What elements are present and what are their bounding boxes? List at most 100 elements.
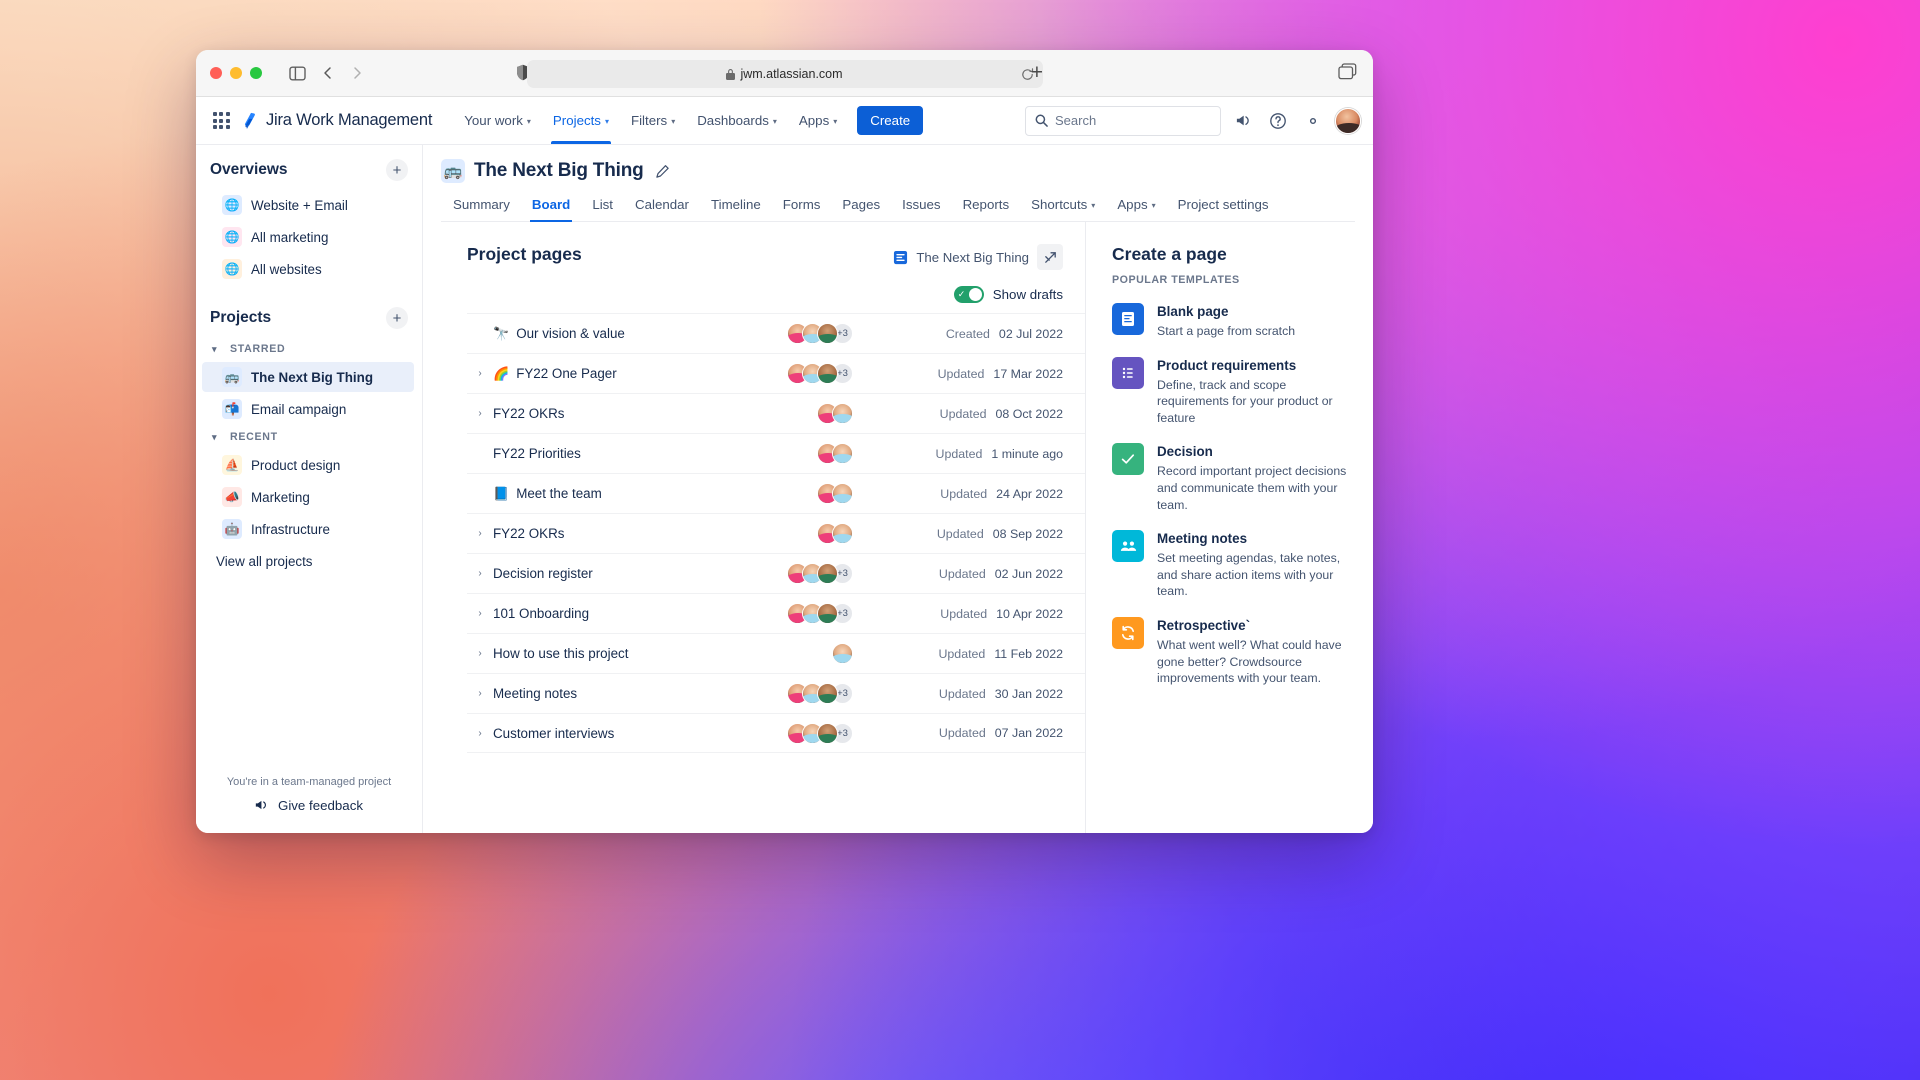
sidebar-toggle-icon[interactable] bbox=[284, 60, 310, 86]
table-row[interactable]: 📘 Meet the team Updated 24 A bbox=[467, 473, 1085, 513]
template-blank-page[interactable]: Blank page Start a page from scratch bbox=[1112, 303, 1353, 340]
maximize-window-button[interactable] bbox=[250, 67, 262, 79]
tab-issues[interactable]: Issues bbox=[891, 192, 951, 221]
avatar[interactable] bbox=[1335, 108, 1361, 134]
tab-board[interactable]: Board bbox=[521, 192, 581, 221]
tab-shortcuts[interactable]: Shortcuts ▾ bbox=[1020, 192, 1106, 221]
avatar-group[interactable] bbox=[832, 643, 853, 664]
create-button[interactable]: Create bbox=[857, 106, 923, 135]
nav-item-filters[interactable]: Filters ▾ bbox=[621, 97, 685, 144]
table-row[interactable]: › How to use this project Updated bbox=[467, 633, 1085, 673]
nav-item-apps[interactable]: Apps ▾ bbox=[789, 97, 847, 144]
expand-chevron-icon[interactable]: › bbox=[467, 528, 493, 539]
add-project-button[interactable]: + bbox=[386, 307, 408, 329]
minimize-window-button[interactable] bbox=[230, 67, 242, 79]
avatar-group[interactable]: +3 bbox=[787, 603, 853, 624]
expand-chevron-icon[interactable]: › bbox=[467, 648, 493, 659]
table-row[interactable]: › Meeting notes +3 bbox=[467, 673, 1085, 713]
search-icon bbox=[1035, 114, 1048, 127]
template-product-requirements[interactable]: Product requirements Define, track and s… bbox=[1112, 357, 1353, 427]
page-name-cell[interactable]: 📘 Meet the team bbox=[493, 486, 602, 502]
table-row[interactable]: › FY22 OKRs Updated bbox=[467, 513, 1085, 553]
edit-pencil-icon[interactable] bbox=[655, 164, 670, 179]
tab-timeline[interactable]: Timeline bbox=[700, 192, 772, 221]
forward-button[interactable] bbox=[344, 60, 370, 86]
expand-chevron-icon[interactable]: › bbox=[467, 728, 493, 739]
table-row[interactable]: › FY22 OKRs Updated bbox=[467, 393, 1085, 433]
sidebar-item-all-marketing[interactable]: 🌐 All marketing bbox=[202, 222, 414, 252]
page-name-cell[interactable]: How to use this project bbox=[493, 646, 628, 661]
expand-chevron-icon[interactable]: › bbox=[467, 608, 493, 619]
table-row[interactable]: FY22 Priorities Updated 1 minute ago bbox=[467, 433, 1085, 473]
page-name-cell[interactable]: Customer interviews bbox=[493, 726, 614, 741]
brand-logo-link[interactable]: Jira Work Management bbox=[240, 111, 432, 131]
app-switcher-icon[interactable] bbox=[208, 108, 234, 134]
add-overview-button[interactable]: + bbox=[386, 159, 408, 181]
page-name-cell[interactable]: 101 Onboarding bbox=[493, 606, 589, 621]
tab-summary[interactable]: Summary bbox=[442, 192, 521, 221]
close-window-button[interactable] bbox=[210, 67, 222, 79]
table-row[interactable]: 🔭 Our vision & value +3 bbox=[467, 313, 1085, 353]
sidebar-item-email-campaign[interactable]: 📬 Email campaign bbox=[202, 394, 414, 424]
shortcut-link-icon[interactable] bbox=[1037, 244, 1063, 270]
nav-item-projects[interactable]: Projects ▾ bbox=[543, 97, 619, 144]
window-controls[interactable] bbox=[210, 67, 262, 79]
nav-item-your-work[interactable]: Your work ▾ bbox=[454, 97, 541, 144]
show-drafts-toggle[interactable]: ✓ bbox=[954, 286, 984, 303]
page-name-cell[interactable]: FY22 OKRs bbox=[493, 406, 564, 421]
expand-chevron-icon[interactable]: › bbox=[467, 408, 493, 419]
avatar-group[interactable]: +3 bbox=[787, 723, 853, 744]
sidebar-item-product-design[interactable]: ⛵ Product design bbox=[202, 450, 414, 480]
template-meeting-notes[interactable]: Meeting notes Set meeting agendas, take … bbox=[1112, 530, 1353, 600]
sidebar-item-infrastructure[interactable]: 🤖 Infrastructure bbox=[202, 514, 414, 544]
gear-icon[interactable] bbox=[1300, 108, 1326, 134]
sidebar-item-the-next-big-thing[interactable]: 🚌 The Next Big Thing bbox=[202, 362, 414, 392]
template-decision[interactable]: Decision Record important project decisi… bbox=[1112, 443, 1353, 513]
page-name-cell[interactable]: Meeting notes bbox=[493, 686, 577, 701]
expand-chevron-icon[interactable]: › bbox=[467, 568, 493, 579]
avatar-group[interactable] bbox=[817, 403, 853, 424]
tab-calendar[interactable]: Calendar bbox=[624, 192, 700, 221]
help-icon[interactable] bbox=[1265, 108, 1291, 134]
tab-forms[interactable]: Forms bbox=[772, 192, 832, 221]
sidebar-item-marketing[interactable]: 📣 Marketing bbox=[202, 482, 414, 512]
nav-item-dashboards[interactable]: Dashboards ▾ bbox=[687, 97, 787, 144]
address-bar[interactable]: jwm.atlassian.com bbox=[527, 60, 1043, 88]
avatar-group[interactable]: +3 bbox=[787, 363, 853, 384]
avatar-group[interactable]: +3 bbox=[787, 563, 853, 584]
table-row[interactable]: › Customer interviews +3 bbox=[467, 713, 1085, 753]
template-retrospective[interactable]: Retrospective` What went well? What coul… bbox=[1112, 617, 1353, 687]
table-row[interactable]: › 🌈 FY22 One Pager +3 bbox=[467, 353, 1085, 393]
avatar-group[interactable]: +3 bbox=[787, 323, 853, 344]
sidebar-group-recent[interactable]: ▾ RECENT bbox=[196, 425, 422, 449]
back-button[interactable] bbox=[314, 60, 340, 86]
tab-pages[interactable]: Pages bbox=[831, 192, 891, 221]
page-name-cell[interactable]: 🌈 FY22 One Pager bbox=[493, 366, 617, 382]
page-name-cell[interactable]: FY22 Priorities bbox=[493, 446, 581, 461]
tab-overview-icon[interactable] bbox=[1338, 63, 1357, 85]
table-row[interactable]: › 101 Onboarding +3 bbox=[467, 593, 1085, 633]
tab-list[interactable]: List bbox=[581, 192, 624, 221]
avatar-group[interactable] bbox=[817, 443, 853, 464]
page-name-cell[interactable]: Decision register bbox=[493, 566, 593, 581]
sidebar-item-website-email[interactable]: 🌐 Website + Email bbox=[202, 190, 414, 220]
tab-project-settings[interactable]: Project settings bbox=[1167, 192, 1280, 221]
avatar-group[interactable] bbox=[817, 483, 853, 504]
tab-reports[interactable]: Reports bbox=[952, 192, 1021, 221]
bus-icon[interactable]: 🚌 bbox=[441, 159, 465, 183]
sidebar-group-starred[interactable]: ▾ STARRED bbox=[196, 337, 422, 361]
avatar-group[interactable] bbox=[817, 523, 853, 544]
view-all-projects-link[interactable]: View all projects bbox=[196, 545, 422, 578]
expand-chevron-icon[interactable]: › bbox=[467, 688, 493, 699]
give-feedback-button[interactable]: Give feedback bbox=[255, 798, 363, 813]
sidebar-item-all-websites[interactable]: 🌐 All websites bbox=[202, 254, 414, 284]
tab-apps[interactable]: Apps ▾ bbox=[1106, 192, 1166, 221]
megaphone-icon[interactable] bbox=[1230, 108, 1256, 134]
page-name-cell[interactable]: 🔭 Our vision & value bbox=[493, 326, 625, 342]
page-name-cell[interactable]: FY22 OKRs bbox=[493, 526, 564, 541]
new-tab-button[interactable]: + bbox=[1031, 62, 1043, 83]
table-row[interactable]: › Decision register +3 bbox=[467, 553, 1085, 593]
expand-chevron-icon[interactable]: › bbox=[467, 368, 493, 379]
search-input[interactable]: Search bbox=[1025, 106, 1221, 136]
avatar-group[interactable]: +3 bbox=[787, 683, 853, 704]
